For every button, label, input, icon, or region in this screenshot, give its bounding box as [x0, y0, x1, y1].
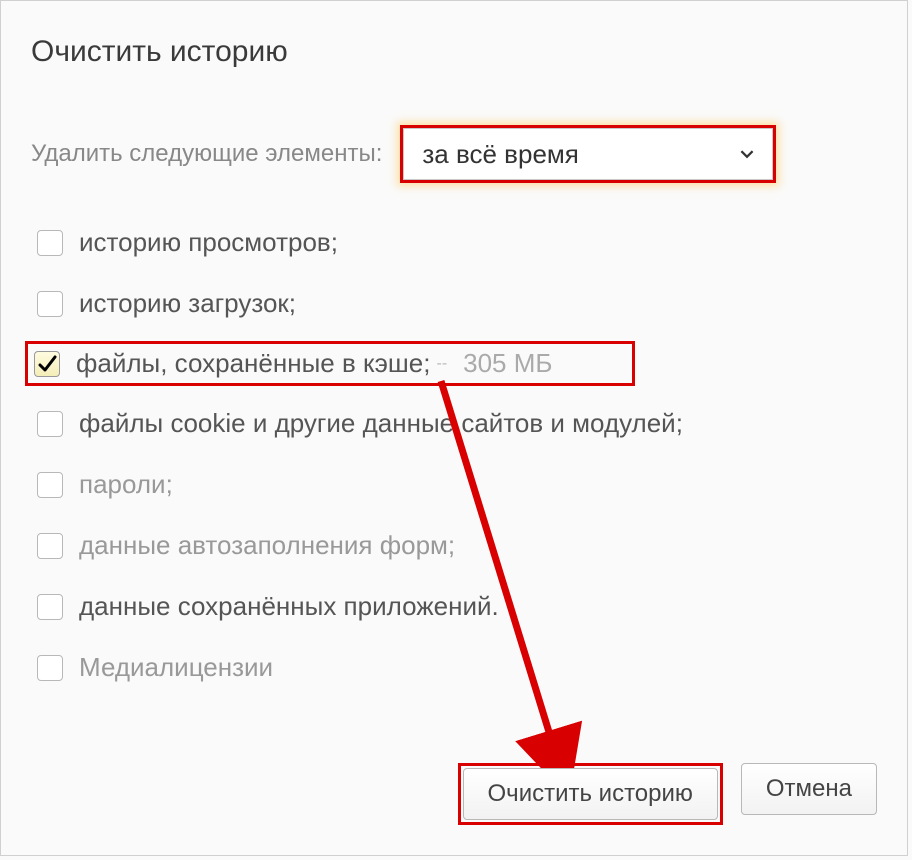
option-label: файлы cookie и другие данные сайтов и мо… — [79, 408, 683, 439]
option-saved-apps[interactable]: данные сохранённых приложений. — [31, 589, 877, 624]
checkbox[interactable] — [37, 594, 63, 620]
option-media-licenses[interactable]: Медиалицензии — [31, 650, 877, 685]
option-label: историю загрузок; — [79, 288, 296, 319]
checkbox[interactable] — [37, 411, 63, 437]
clear-history-button[interactable]: Очистить историю — [463, 768, 718, 820]
checkbox[interactable] — [37, 291, 63, 317]
option-label: Медиалицензии — [79, 652, 273, 683]
separator: -- — [436, 355, 447, 373]
delete-label: Удалить следующие элементы: — [31, 140, 382, 168]
checkbox[interactable] — [37, 655, 63, 681]
cancel-button-wrap: Отмена — [741, 763, 877, 825]
option-label: историю просмотров; — [79, 227, 338, 258]
options-list: историю просмотров; историю загрузок; фа… — [31, 225, 877, 685]
option-passwords[interactable]: пароли; — [31, 467, 877, 502]
checkbox[interactable] — [37, 472, 63, 498]
time-range-row: Удалить следующие элементы: за всё время — [31, 125, 877, 183]
clear-button-highlight: Очистить историю — [458, 763, 723, 825]
option-label: файлы, сохранённые в кэше; — [76, 348, 430, 379]
option-label: данные сохранённых приложений. — [79, 591, 499, 622]
option-download-history[interactable]: историю загрузок; — [31, 286, 877, 321]
option-autofill[interactable]: данные автозаполнения форм; — [31, 528, 877, 563]
checkbox[interactable] — [37, 533, 63, 559]
dialog-title: Очистить историю — [31, 35, 877, 69]
checkbox-checked[interactable] — [34, 351, 60, 377]
option-label: пароли; — [79, 469, 173, 500]
cancel-button[interactable]: Отмена — [741, 763, 877, 815]
time-range-select[interactable]: за всё время — [403, 128, 773, 180]
time-range-value: за всё время — [422, 139, 579, 170]
clear-history-dialog: Очистить историю Удалить следующие элеме… — [0, 0, 908, 856]
option-size: 305 МБ — [463, 348, 552, 379]
dialog-footer: Очистить историю Отмена — [458, 763, 877, 825]
checkmark-icon — [37, 354, 57, 374]
option-cookies[interactable]: файлы cookie и другие данные сайтов и мо… — [31, 406, 877, 441]
chevron-down-icon — [740, 147, 754, 161]
option-label: данные автозаполнения форм; — [79, 530, 455, 561]
checkbox[interactable] — [37, 230, 63, 256]
time-range-highlight: за всё время — [400, 125, 776, 183]
option-cached-files[interactable]: файлы, сохранённые в кэше; -- 305 МБ — [25, 341, 635, 386]
option-browsing-history[interactable]: историю просмотров; — [31, 225, 877, 260]
